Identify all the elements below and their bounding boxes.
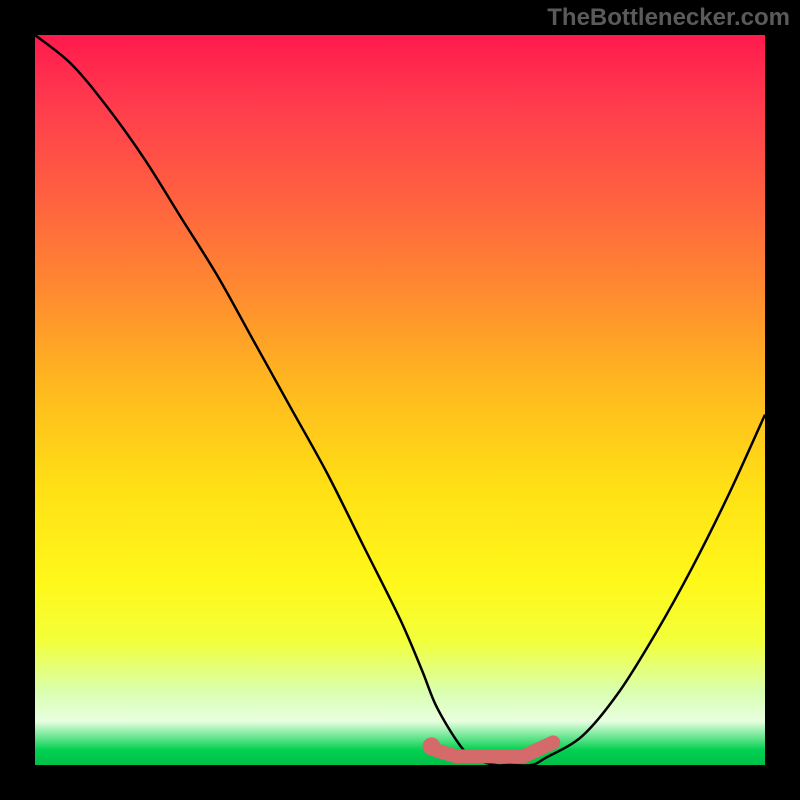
watermark-text: TheBottlenecker.com [547,4,790,32]
plot-area [35,35,765,765]
bottleneck-curve [35,35,765,765]
optimal-start-dot [423,737,441,755]
optimal-range-marker [437,742,554,756]
chart-container: TheBottlenecker.com [0,0,800,800]
chart-svg [35,35,765,765]
